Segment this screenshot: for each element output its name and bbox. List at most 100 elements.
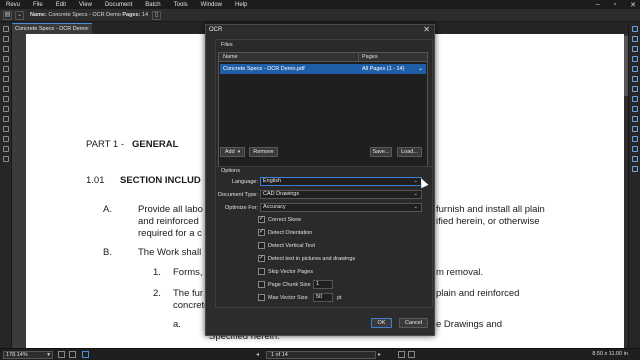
detect-vertical-text-checkbox[interactable] xyxy=(258,242,265,249)
menu-file[interactable]: File xyxy=(33,2,43,8)
rectangle-icon[interactable] xyxy=(631,116,638,122)
document-type-select[interactable]: CAD Drawings ⌄ xyxy=(260,190,422,199)
menu-window[interactable]: Window xyxy=(201,2,222,8)
chevron-down-icon[interactable]: ⌄ xyxy=(15,10,24,20)
dropdown-arrow-icon: ▾ xyxy=(237,149,241,155)
sets-icon[interactable] xyxy=(2,116,9,122)
cloud-icon[interactable] xyxy=(631,146,638,152)
max-vector-size-checkbox[interactable] xyxy=(258,294,265,301)
menu-view[interactable]: View xyxy=(79,2,92,8)
skip-vector-pages-checkbox[interactable] xyxy=(258,268,265,275)
column-name[interactable]: Name xyxy=(223,54,238,60)
highlighter-icon[interactable] xyxy=(631,36,638,42)
chevron-down-icon[interactable]: ⌄ xyxy=(418,65,423,72)
item-a-label: A. xyxy=(103,204,112,215)
area-icon[interactable] xyxy=(631,166,638,172)
detect-orientation-checkbox[interactable]: ✓ xyxy=(258,229,265,236)
text-box-icon[interactable] xyxy=(631,56,638,62)
select-tool-icon[interactable] xyxy=(58,351,65,358)
document-tab[interactable]: Concrete Specs - OCR Demo × xyxy=(12,23,92,34)
files-group-label: Files xyxy=(221,42,233,48)
menu-tools[interactable]: Tools xyxy=(174,2,188,8)
page-chunk-size-input[interactable]: 1 xyxy=(313,280,333,289)
measure-icon[interactable] xyxy=(2,106,9,112)
load-button[interactable]: Load... xyxy=(397,147,422,157)
item-b-line1: The Work shall xyxy=(138,247,202,258)
chevron-down-icon: ⌄ xyxy=(413,204,418,210)
document-icon[interactable]: ▯ xyxy=(152,10,162,20)
line-icon[interactable] xyxy=(631,86,638,92)
next-page-icon[interactable]: ▸ xyxy=(378,351,381,358)
ok-button[interactable]: OK xyxy=(371,318,392,328)
note-icon[interactable] xyxy=(631,66,638,72)
callout-icon[interactable] xyxy=(631,76,638,82)
part-title: GENERAL xyxy=(132,139,179,150)
menu-batch[interactable]: Batch xyxy=(145,2,160,8)
next-view-icon[interactable] xyxy=(408,351,415,358)
language-select[interactable]: English ⌄ xyxy=(260,177,422,186)
file-pages: All Pages (1 - 14) xyxy=(362,66,405,72)
optimize-select[interactable]: Accuracy ⌄ xyxy=(260,203,422,212)
detect-text-pictures-checkbox[interactable]: ✓ xyxy=(258,255,265,262)
markups-icon[interactable] xyxy=(2,66,9,72)
bookmarks-icon[interactable] xyxy=(2,36,9,42)
add-button[interactable]: Add ▾ xyxy=(220,147,245,157)
polyline-icon[interactable] xyxy=(631,106,638,112)
pan-tool-icon[interactable] xyxy=(69,351,76,358)
page-chunk-size-checkbox[interactable] xyxy=(258,281,265,288)
menu-help[interactable]: Help xyxy=(235,2,247,8)
studio-icon[interactable] xyxy=(2,86,9,92)
chevron-down-icon: ⌄ xyxy=(413,191,418,197)
save-button[interactable]: Save... xyxy=(370,147,392,157)
load-label: Load... xyxy=(401,149,418,155)
max-vector-size-input[interactable]: 50 xyxy=(313,293,333,302)
close-icon[interactable]: ✕ xyxy=(423,25,430,34)
panel-icon[interactable]: ▤ xyxy=(3,10,12,20)
zoom-select[interactable]: 178.14% ▾ xyxy=(3,351,53,359)
properties-icon[interactable] xyxy=(2,56,9,62)
search-icon[interactable] xyxy=(2,146,9,152)
arrow-icon[interactable] xyxy=(631,96,638,102)
column-pages[interactable]: Pages xyxy=(362,54,378,60)
ellipse-icon[interactable] xyxy=(631,126,638,132)
part-number: PART 1 - xyxy=(86,139,125,150)
page-chunk-size-value: 1 xyxy=(316,281,320,287)
layers-icon[interactable] xyxy=(2,46,9,52)
cancel-button[interactable]: Cancel xyxy=(399,318,428,328)
detect-vertical-text-label: Detect Vertical Text xyxy=(268,243,315,249)
maximize-icon[interactable]: ▫ xyxy=(614,1,616,8)
prev-page-icon[interactable]: ◂ xyxy=(256,351,259,358)
file-access-icon[interactable] xyxy=(2,136,9,142)
page-indicator: 1 of 14 xyxy=(271,352,288,358)
signatures-icon[interactable] xyxy=(2,126,9,132)
page-number-field[interactable]: 1 of 14 xyxy=(266,351,376,359)
eraser-icon[interactable] xyxy=(631,46,638,52)
dialog-title: OCR xyxy=(209,27,223,33)
previous-view-icon[interactable] xyxy=(398,351,405,358)
menu-edit[interactable]: Edit xyxy=(56,2,66,8)
document-type-label: Document Type: xyxy=(218,192,258,198)
max-vector-size-label: Max Vector Size xyxy=(268,295,308,301)
remove-button[interactable]: Remove xyxy=(249,147,278,157)
polygon-icon[interactable] xyxy=(631,136,638,142)
close-tab-icon[interactable]: × xyxy=(86,24,89,34)
snap-icon[interactable] xyxy=(82,351,89,358)
status-bar: 178.14% ▾ ◂ 1 of 14 ▸ 8.50 x 11.00 in xyxy=(0,348,640,360)
stamps-icon[interactable] xyxy=(2,76,9,82)
pen-icon[interactable] xyxy=(631,26,638,32)
menu-document[interactable]: Document xyxy=(105,2,132,8)
measure-length-icon[interactable] xyxy=(631,156,638,162)
table-row[interactable]: Concrete Specs - OCR Demo.pdf All Pages … xyxy=(220,64,426,74)
menu-revu[interactable]: Revu xyxy=(6,2,20,8)
minimize-icon[interactable]: – xyxy=(596,1,600,8)
detect-orientation-label: Detect Orientation xyxy=(268,230,313,236)
name-label: Name: xyxy=(30,12,47,18)
item-a-line2-right: ified herein, or otherwise xyxy=(436,216,540,227)
skip-vector-pages-label: Skip Vector Pages xyxy=(268,269,313,275)
thumbnails-icon[interactable] xyxy=(2,26,9,32)
spaces-icon[interactable] xyxy=(2,156,9,162)
correct-skew-checkbox[interactable]: ✓ xyxy=(258,216,265,223)
links-icon[interactable] xyxy=(2,96,9,102)
close-window-icon[interactable]: ✕ xyxy=(630,1,636,9)
language-label: Language: xyxy=(232,179,258,185)
